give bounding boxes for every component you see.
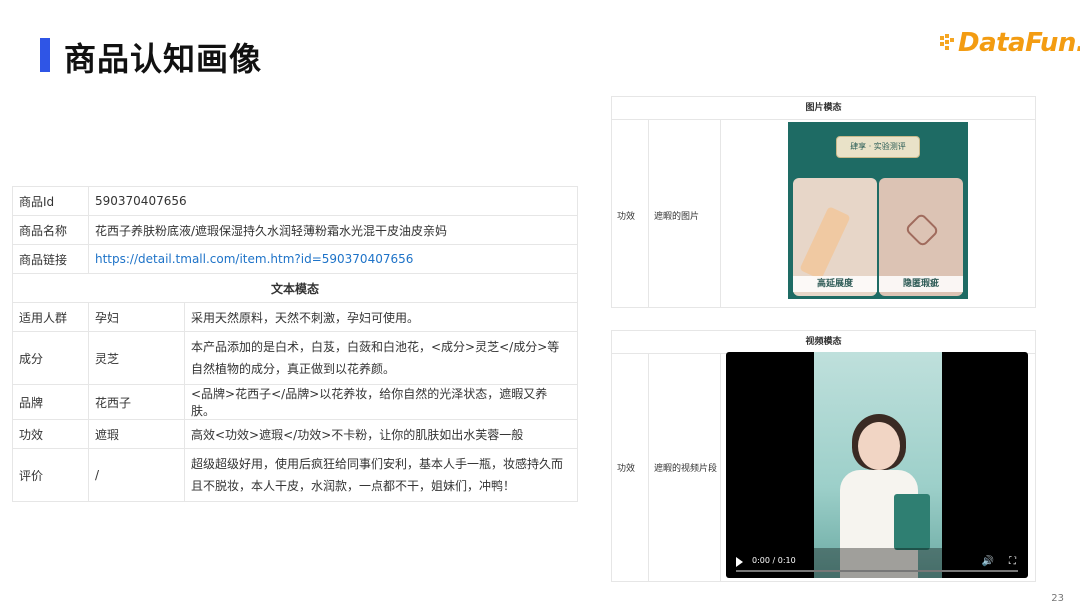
row-desc: <品牌>花西子</品牌>以花养妆，给你自然的光泽状态，遮暇又养肤。 [184, 384, 578, 420]
table-row: 商品Id 590370407656 [12, 186, 578, 216]
image-row-desc: 遮暇的图片 [654, 212, 700, 222]
page-title: 商品认知画像 [64, 40, 263, 78]
row-desc: 高效<功效>遮瑕</功效>不卡粉，让你的肌肤如出水芙蓉一般 [184, 419, 578, 449]
row-desc: 本产品添加的是白术，白芨，白蔹和白池花，<成分>灵芝</成分>等自然植物的成分，… [184, 331, 578, 385]
row-label: 商品链接 [12, 244, 89, 274]
image-banner: 肆享 · 实验测评 [836, 136, 920, 158]
presenter-face [858, 422, 900, 470]
row-key: / [88, 448, 185, 502]
product-id: 590370407656 [88, 186, 578, 216]
divider [720, 353, 721, 581]
video-row-label: 功效 [617, 464, 636, 474]
row-label: 品牌 [12, 384, 89, 420]
product-demo-image: 肆享 · 实验测评 高延展度 隐匿瑕疵 [788, 122, 968, 299]
image-right-panel: 隐匿瑕疵 [879, 178, 963, 296]
volume-icon[interactable]: 🔊 [982, 556, 994, 567]
table-row: 成分 灵芝 本产品添加的是白术，白芨，白蔹和白池花，<成分>灵芝</成分>等自然… [12, 331, 578, 385]
play-icon[interactable] [736, 557, 743, 567]
row-label: 成分 [12, 331, 89, 385]
image-left-panel: 高延展度 [793, 178, 877, 296]
divider [720, 119, 721, 307]
brand-logo: DataFun. [940, 28, 1080, 58]
row-label: 适用人群 [12, 302, 89, 332]
row-desc: 超级超级好用，使用后疯狂给同事们安利，基本人手一瓶，妆感持久而且不脱妆，本人干皮… [184, 448, 578, 502]
logo-pixel-icon [940, 34, 954, 52]
divider [648, 119, 649, 307]
divider [648, 353, 649, 581]
product-link[interactable]: https://detail.tmall.com/item.htm?id=590… [88, 244, 578, 274]
row-key: 花西子 [88, 384, 185, 420]
product-table: 商品Id 590370407656 商品名称 花西子养肤粉底液/遮瑕保湿持久水润… [12, 186, 578, 502]
table-row: 适用人群 孕妇 采用天然原料，天然不刺激，孕妇可使用。 [12, 302, 578, 332]
title-accent-bar [40, 38, 50, 72]
row-desc: 采用天然原料，天然不刺激，孕妇可使用。 [184, 302, 578, 332]
video-row-desc: 遮暇的视频片段 [654, 464, 718, 474]
table-row: 品牌 花西子 <品牌>花西子</品牌>以花养妆，给你自然的光泽状态，遮暇又养肤。 [12, 384, 578, 420]
table-row: 商品链接 https://detail.tmall.com/item.htm?i… [12, 244, 578, 274]
video-controls: 0:00 / 0:10 🔊 ⛶ [726, 548, 1028, 578]
product-box [894, 494, 930, 550]
row-key: 遮瑕 [88, 419, 185, 449]
logo-text: DataFun. [958, 28, 1080, 58]
image-row-label: 功效 [617, 212, 636, 222]
video-player[interactable]: 0:00 / 0:10 🔊 ⛶ [726, 352, 1028, 578]
table-row: 功效 遮瑕 高效<功效>遮瑕</功效>不卡粉，让你的肌肤如出水芙蓉一般 [12, 419, 578, 449]
fullscreen-icon[interactable]: ⛶ [1009, 556, 1016, 567]
concealed-mark [904, 212, 940, 248]
video-panel-title: 视频模态 [612, 331, 1035, 354]
video-frame [814, 352, 942, 578]
product-name: 花西子养肤粉底液/遮瑕保湿持久水润轻薄粉霜水光混干皮油皮亲妈 [88, 215, 578, 245]
row-key: 孕妇 [88, 302, 185, 332]
table-row: 商品名称 花西子养肤粉底液/遮瑕保湿持久水润轻薄粉霜水光混干皮油皮亲妈 [12, 215, 578, 245]
row-key: 灵芝 [88, 331, 185, 385]
row-label: 功效 [12, 419, 89, 449]
text-section-title: 文本模态 [12, 273, 578, 303]
image-caption-right: 隐匿瑕疵 [879, 276, 963, 292]
row-label: 评价 [12, 448, 89, 502]
row-label: 商品Id [12, 186, 89, 216]
table-row: 文本模态 [12, 273, 578, 303]
video-time: 0:00 / 0:10 [752, 556, 796, 565]
row-label: 商品名称 [12, 215, 89, 245]
image-panel-title: 图片模态 [612, 97, 1035, 120]
table-row: 评价 / 超级超级好用，使用后疯狂给同事们安利，基本人手一瓶，妆感持久而且不脱妆… [12, 448, 578, 502]
image-caption-left: 高延展度 [793, 276, 877, 292]
foundation-swatch [799, 206, 851, 280]
video-progress-bar[interactable] [736, 570, 1018, 572]
page-number: 23 [1051, 593, 1064, 604]
